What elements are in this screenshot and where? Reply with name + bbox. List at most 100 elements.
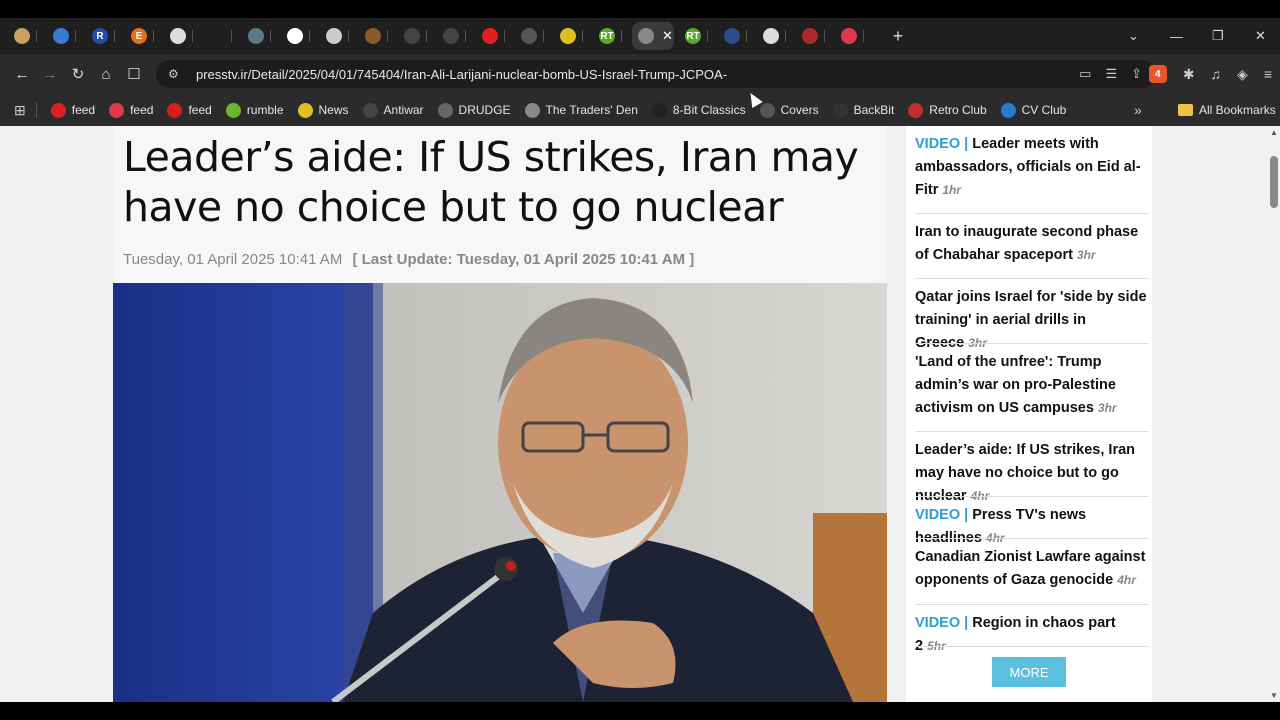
- news-list-item[interactable]: VIDEO | Press TV's news headlines 4hr: [915, 504, 1149, 550]
- home-icon[interactable]: ⌂: [92, 60, 120, 88]
- bookmark-item[interactable]: 8-Bit Classics: [651, 102, 746, 118]
- apps-grid-icon[interactable]: ⊞: [14, 102, 26, 119]
- tab-active[interactable]: ✕: [632, 22, 674, 50]
- close-window-icon[interactable]: ✕: [1255, 18, 1266, 54]
- tab-separator: [75, 30, 76, 42]
- tab-search-icon[interactable]: ⌄: [1128, 18, 1139, 54]
- news-list-item[interactable]: Iran to inaugurate second phase of Chaba…: [915, 221, 1149, 267]
- tab[interactable]: [8, 22, 42, 50]
- new-tab-icon[interactable]: +: [884, 26, 912, 47]
- tab[interactable]: [554, 22, 588, 50]
- brave-shields-icon[interactable]: 4: [1148, 65, 1167, 83]
- tab[interactable]: [320, 22, 354, 50]
- news-title[interactable]: Canadian Zionist Lawfare against opponen…: [915, 549, 1145, 588]
- menu-icon[interactable]: ≡: [1264, 66, 1272, 82]
- vpn-icon[interactable]: ◈: [1237, 66, 1248, 83]
- tab-separator: [543, 30, 544, 42]
- news-title[interactable]: 'Land of the unfree': Trump admin’s war …: [915, 354, 1116, 416]
- reload-icon[interactable]: ↻: [64, 60, 92, 88]
- minimize-icon[interactable]: —: [1170, 18, 1183, 54]
- url-text[interactable]: presstv.ir/Detail/2025/04/01/745404/Iran…: [196, 67, 727, 82]
- scroll-up-icon[interactable]: ▲: [1270, 128, 1278, 137]
- news-list-item[interactable]: 'Land of the unfree': Trump admin’s war …: [915, 351, 1149, 420]
- last-update: [ Last Update: Tuesday, 01 April 2025 10…: [352, 251, 695, 268]
- tab[interactable]: RT: [679, 22, 713, 50]
- bookmark-item[interactable]: feed: [167, 102, 212, 118]
- tab[interactable]: [242, 22, 276, 50]
- news-title[interactable]: Iran to inaugurate second phase of Chaba…: [915, 224, 1138, 263]
- bookmark-item[interactable]: News: [297, 102, 349, 118]
- tab[interactable]: [164, 22, 198, 50]
- tab[interactable]: [835, 22, 869, 50]
- tab[interactable]: [796, 22, 830, 50]
- scrollbar-thumb[interactable]: [1270, 156, 1278, 208]
- tab[interactable]: [47, 22, 81, 50]
- tab[interactable]: R: [86, 22, 120, 50]
- news-list-item[interactable]: VIDEO | Leader meets with ambassadors, o…: [915, 133, 1149, 202]
- tab[interactable]: [515, 22, 549, 50]
- tab[interactable]: [757, 22, 791, 50]
- media-icon[interactable]: ♫: [1211, 66, 1222, 82]
- bookmark-item[interactable]: CV Club: [1000, 102, 1067, 118]
- scroll-down-icon[interactable]: ▼: [1270, 691, 1278, 700]
- tab[interactable]: [398, 22, 432, 50]
- tab-separator: [824, 30, 825, 42]
- antiwar-icon: [362, 102, 378, 118]
- tab-favicon-icon: [724, 28, 740, 44]
- bookmark-item[interactable]: Covers: [759, 102, 819, 118]
- browser-toolbar: ← → ↻ ⌂ ☐ ⚙ presstv.ir/Detail/2025/04/01…: [0, 54, 1280, 94]
- bookmark-item[interactable]: The Traders' Den: [524, 102, 638, 118]
- tab-favicon-icon: RT: [685, 28, 701, 44]
- divider: [915, 278, 1149, 279]
- extensions-icon[interactable]: ✱: [1183, 66, 1195, 83]
- tab[interactable]: [476, 22, 510, 50]
- bookmark-item[interactable]: DRUDGE: [437, 102, 511, 118]
- tab[interactable]: [437, 22, 471, 50]
- tab[interactable]: RT: [593, 22, 627, 50]
- all-bookmarks-label: All Bookmarks: [1199, 103, 1276, 117]
- reader-mode-icon[interactable]: ☰: [1105, 66, 1117, 82]
- bookmark-item[interactable]: Antiwar: [362, 102, 424, 118]
- back-icon[interactable]: ←: [8, 60, 36, 88]
- news-list-item[interactable]: Leader’s aide: If US strikes, Iran may h…: [915, 439, 1149, 508]
- bookmark-item[interactable]: BackBit: [832, 102, 894, 118]
- share-icon[interactable]: ⇪: [1131, 66, 1142, 82]
- tab-separator: [863, 30, 864, 42]
- retro-club-icon: [908, 102, 924, 118]
- news-list-item[interactable]: Qatar joins Israel for 'side by side tra…: [915, 286, 1149, 355]
- tab[interactable]: [281, 22, 315, 50]
- tab[interactable]: [718, 22, 752, 50]
- page-scrollbar[interactable]: ▲ ▼: [1268, 126, 1280, 702]
- tab[interactable]: E: [125, 22, 159, 50]
- tab[interactable]: [359, 22, 393, 50]
- restore-icon[interactable]: ❐: [1212, 18, 1224, 54]
- article-dateline: Tuesday, 01 April 2025 10:41 AM [ Last U…: [123, 251, 694, 268]
- more-button[interactable]: MORE: [992, 657, 1066, 687]
- bookmark-item[interactable]: feed: [109, 102, 153, 118]
- tab-separator: [504, 30, 505, 42]
- news-age: 3hr: [1076, 248, 1096, 262]
- article: Leader’s aide: If US strikes, Iran may h…: [113, 126, 887, 702]
- more-bookmarks-icon[interactable]: »: [1134, 102, 1142, 118]
- news-title[interactable]: Leader’s aide: If US strikes, Iran may h…: [915, 442, 1135, 504]
- bookmark-label: CV Club: [1021, 103, 1067, 117]
- bookmark-item[interactable]: feed: [50, 102, 95, 118]
- tab[interactable]: [203, 22, 237, 50]
- tab-separator: [707, 30, 708, 42]
- address-bar[interactable]: ⚙ presstv.ir/Detail/2025/04/01/745404/Ir…: [156, 60, 1156, 88]
- bookmark-item[interactable]: rumble: [225, 102, 284, 118]
- bookmark-label: Covers: [780, 103, 819, 117]
- all-bookmarks-button[interactable]: All Bookmarks: [1178, 103, 1276, 117]
- cast-icon[interactable]: ▭: [1079, 66, 1091, 82]
- bookmark-label: feed: [188, 103, 212, 117]
- forward-icon[interactable]: →: [36, 60, 64, 88]
- news-list-item[interactable]: VIDEO | Region in chaos part 2 5hr: [915, 612, 1149, 658]
- site-info-icon[interactable]: ⚙: [168, 67, 190, 81]
- news-title[interactable]: Qatar joins Israel for 'side by side tra…: [915, 289, 1147, 351]
- divider: [915, 646, 1149, 647]
- 8bit-icon: [651, 102, 667, 118]
- bookmark-item[interactable]: Retro Club: [908, 102, 987, 118]
- close-tab-icon[interactable]: ✕: [662, 28, 673, 44]
- news-list-item[interactable]: Canadian Zionist Lawfare against opponen…: [915, 546, 1149, 592]
- bookmark-icon[interactable]: ☐: [120, 60, 148, 88]
